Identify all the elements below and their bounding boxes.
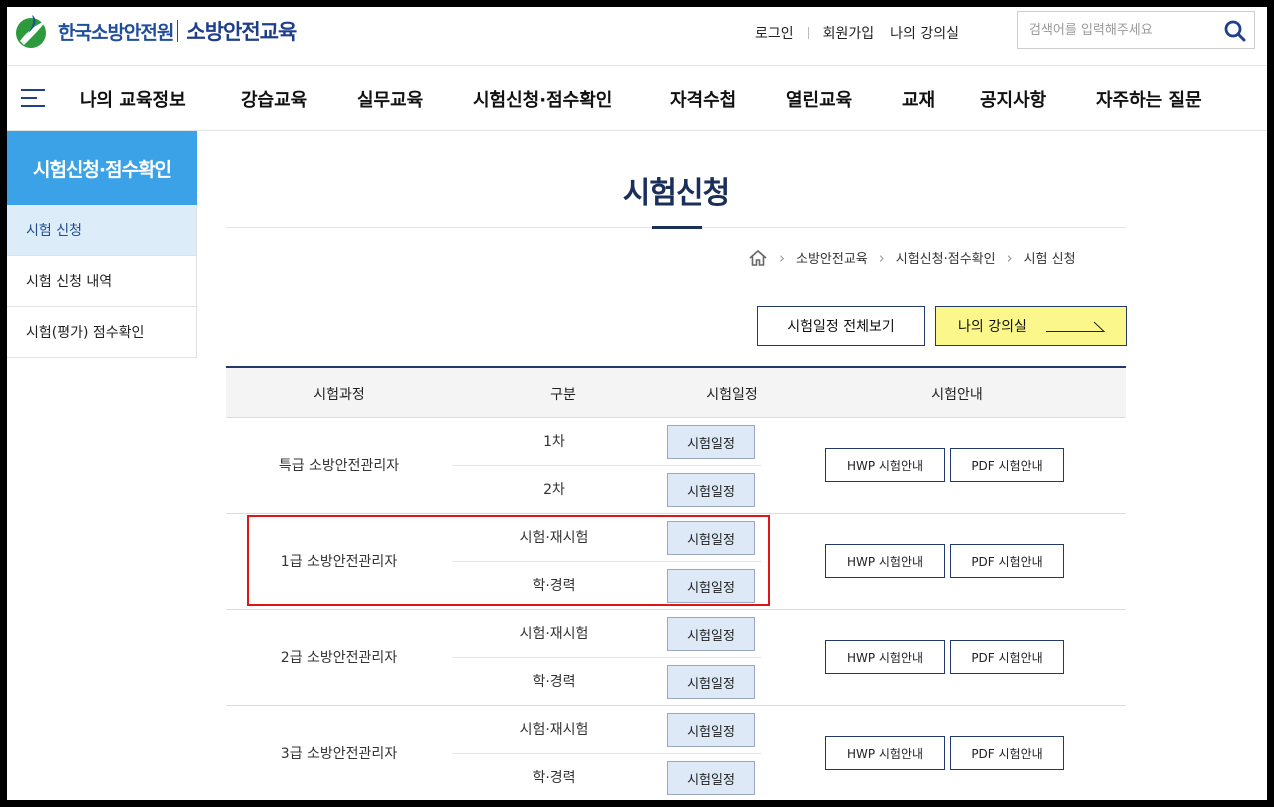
util-divider [807, 27, 809, 39]
sub-row-divider [452, 657, 762, 658]
org-name: 한국소방안전원 [58, 21, 174, 44]
site-name: 소방안전교육 [186, 20, 297, 44]
title-underline [652, 226, 702, 229]
schedule-button[interactable]: 시험일정 [667, 761, 755, 795]
breadcrumb-item[interactable]: 시험신청·점수확인 [896, 248, 996, 267]
nav-item-exam[interactable]: 시험신청·점수확인 [473, 86, 612, 112]
sidebar-item-score[interactable]: 시험(평가) 점수확인 [7, 307, 197, 358]
hwp-guide-button[interactable]: HWP 시험안내 [825, 448, 945, 482]
row-divider [226, 417, 1126, 418]
main-nav: 나의 교육정보 강습교육 실무교육 시험신청·점수확인 자격수첩 열린교육 교재… [7, 65, 1267, 131]
course-name: 2급 소방안전관리자 [280, 650, 398, 666]
search-box [1017, 11, 1255, 49]
utility-links: 로그인 회원가입 나의 강의실 [755, 23, 959, 43]
menu-hamburger-icon[interactable] [21, 89, 45, 107]
schedule-button[interactable]: 시험일정 [667, 617, 755, 651]
chevron-right-icon: › [878, 248, 885, 267]
column-header: 구분 [550, 387, 576, 403]
nav-item-license[interactable]: 자격수첩 [670, 86, 736, 112]
sidebar-item-label: 시험 신청 내역 [26, 274, 113, 290]
sub-row-divider [452, 753, 762, 754]
row-divider [226, 705, 1126, 706]
exam-type: 시험·재시험 [519, 722, 589, 738]
row-divider [226, 609, 1126, 610]
nav-item-my-edu[interactable]: 나의 교육정보 [80, 86, 186, 112]
hwp-guide-button[interactable]: HWP 시험안내 [825, 736, 945, 770]
signup-link[interactable]: 회원가입 [823, 23, 875, 43]
exam-type: 학·경력 [532, 578, 576, 594]
pdf-guide-button[interactable]: PDF 시험안내 [950, 544, 1064, 578]
table-header: 시험과정 구분 시험일정 시험안내 [226, 366, 1126, 417]
schedule-button[interactable]: 시험일정 [667, 473, 755, 507]
nav-item-open-edu[interactable]: 열린교육 [786, 86, 852, 112]
course-name: 특급 소방안전관리자 [278, 458, 400, 474]
exam-type: 시험·재시험 [519, 530, 589, 546]
course-name: 3급 소방안전관리자 [280, 746, 398, 762]
pdf-guide-button[interactable]: PDF 시험안내 [950, 448, 1064, 482]
logo-icon [16, 15, 46, 48]
schedule-button[interactable]: 시험일정 [667, 521, 755, 555]
sub-row-divider [452, 561, 762, 562]
exam-type: 학·경력 [532, 770, 576, 786]
nav-item-training[interactable]: 강습교육 [241, 86, 307, 112]
sidebar-item-exam-apply[interactable]: 시험 신청 [7, 205, 197, 256]
logo-divider [177, 20, 179, 42]
sidebar-item-label: 시험 신청 [26, 223, 82, 239]
search-input[interactable] [1027, 14, 1221, 46]
exam-type: 시험·재시험 [519, 626, 589, 642]
page-title: 시험신청 [622, 176, 730, 211]
search-icon[interactable] [1224, 20, 1246, 42]
exam-type: 2차 [543, 482, 565, 498]
chevron-right-icon: › [1006, 248, 1013, 267]
schedule-button[interactable]: 시험일정 [667, 569, 755, 603]
home-icon[interactable] [748, 249, 768, 267]
schedule-button[interactable]: 시험일정 [667, 425, 755, 459]
column-header: 시험안내 [931, 387, 983, 403]
exam-type: 학·경력 [532, 674, 576, 690]
nav-item-textbook[interactable]: 교재 [902, 86, 935, 112]
nav-item-faq[interactable]: 자주하는 질문 [1096, 86, 1202, 112]
arrow-right-icon [1046, 321, 1106, 332]
breadcrumb-item: 시험 신청 [1023, 252, 1076, 267]
breadcrumb-item[interactable]: 소방안전교육 [796, 248, 868, 267]
sidebar-title: 시험신청·점수확인 [7, 131, 197, 205]
nav-item-practice[interactable]: 실무교육 [357, 86, 423, 112]
my-classroom-label: 나의 강의실 [958, 319, 1027, 335]
hwp-guide-button[interactable]: HWP 시험안내 [825, 640, 945, 674]
sidebar-item-exam-history[interactable]: 시험 신청 내역 [7, 256, 197, 307]
row-divider [226, 513, 1126, 514]
schedule-button[interactable]: 시험일정 [667, 665, 755, 699]
sidebar-item-label: 시험(평가) 점수확인 [26, 325, 145, 341]
logo[interactable]: 한국소방안전원 소방안전교육 [12, 12, 297, 50]
sub-row-divider [452, 465, 762, 466]
course-name: 1급 소방안전관리자 [280, 554, 398, 570]
schedule-button[interactable]: 시험일정 [667, 713, 755, 747]
hwp-guide-button[interactable]: HWP 시험안내 [825, 544, 945, 578]
exam-type: 1차 [543, 434, 565, 450]
header: 한국소방안전원 소방안전교육 로그인 회원가입 나의 강의실 [7, 7, 1267, 65]
all-schedule-button[interactable]: 시험일정 전체보기 [757, 306, 925, 346]
my-classroom-button[interactable]: 나의 강의실 [935, 306, 1127, 346]
login-link[interactable]: 로그인 [755, 23, 794, 43]
pdf-guide-button[interactable]: PDF 시험안내 [950, 640, 1064, 674]
column-header: 시험일정 [706, 387, 758, 403]
chevron-right-icon: › [779, 248, 785, 267]
pdf-guide-button[interactable]: PDF 시험안내 [950, 736, 1064, 770]
column-header: 시험과정 [313, 387, 365, 403]
breadcrumb: › 소방안전교육 › 시험신청·점수확인 › 시험 신청 [748, 248, 1076, 267]
nav-item-notice[interactable]: 공지사항 [980, 86, 1046, 112]
my-classroom-link[interactable]: 나의 강의실 [890, 23, 959, 43]
